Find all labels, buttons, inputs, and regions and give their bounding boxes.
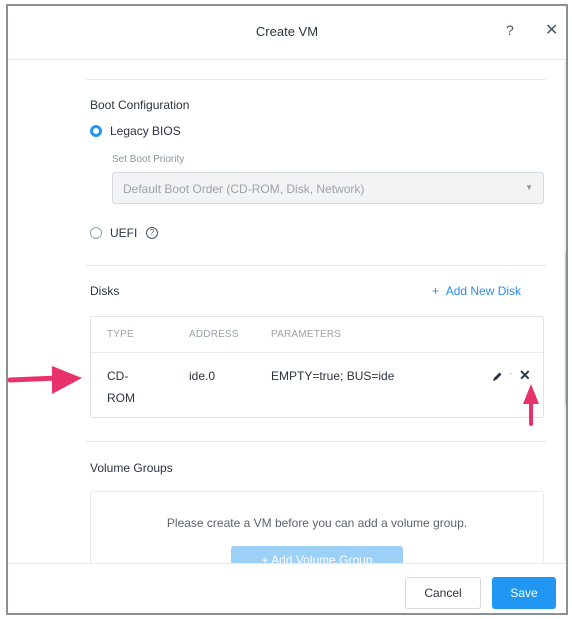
boot-priority-value: Default Boot Order (CD-ROM, Disk, Networ… [123, 182, 365, 196]
legacy-bios-radio[interactable] [90, 125, 102, 137]
dialog-footer: Cancel Save [8, 563, 566, 613]
remove-disk-icon[interactable]: ✕ [519, 367, 531, 384]
divider [86, 79, 546, 80]
legacy-bios-label[interactable]: Legacy BIOS [110, 124, 181, 138]
divider [86, 441, 546, 442]
question-icon[interactable]: ? [506, 22, 514, 38]
dialog-header: Create VM ? ✕ [8, 6, 566, 60]
dialog-title: Create VM [255, 24, 319, 39]
disks-title: Disks [90, 284, 120, 298]
dialog-body: Boot Configuration Legacy BIOS Set Boot … [8, 61, 564, 563]
scrollbar-thumb[interactable] [565, 251, 566, 406]
uefi-radio[interactable] [90, 227, 102, 239]
volume-groups-box: Please create a VM before you can add a … [90, 491, 544, 563]
disk-address-cell: ide.0 [189, 369, 216, 383]
disks-table: TYPE ADDRESS PARAMETERS CD- ROM ide.0 EM… [90, 316, 544, 418]
add-volume-group-button[interactable]: + Add Volume Group [231, 546, 403, 563]
volume-groups-message: Please create a VM before you can add a … [166, 516, 468, 530]
create-vm-dialog: Create VM ? ✕ Boot Configuration Legacy … [6, 4, 568, 615]
add-new-disk-link[interactable]: + Add New Disk [432, 284, 521, 298]
close-icon[interactable]: ✕ [545, 20, 558, 40]
boot-priority-label: Set Boot Priority [112, 154, 185, 165]
disk-type-line2: ROM [107, 391, 135, 405]
uefi-label[interactable]: UEFI [110, 226, 137, 240]
cancel-button[interactable]: Cancel [405, 577, 481, 609]
disk-type-line1: CD- [107, 369, 129, 383]
action-separator: · [509, 368, 513, 379]
boot-configuration-title: Boot Configuration [90, 98, 190, 112]
disk-type-cell: CD- ROM [107, 365, 135, 409]
column-header-type: TYPE [107, 329, 134, 340]
boot-priority-select[interactable]: Default Boot Order (CD-ROM, Disk, Networ… [112, 172, 544, 204]
save-button[interactable]: Save [492, 577, 556, 609]
info-icon[interactable]: ? [146, 227, 158, 239]
divider [86, 265, 546, 266]
column-header-parameters: PARAMETERS [271, 329, 342, 340]
column-header-address: ADDRESS [189, 329, 239, 340]
divider [91, 352, 543, 353]
pencil-icon[interactable] [491, 371, 503, 383]
add-new-disk-label: Add New Disk [445, 284, 522, 298]
plus-icon: + [432, 284, 440, 298]
disk-parameters-cell: EMPTY=true; BUS=ide [271, 369, 395, 383]
volume-groups-title: Volume Groups [90, 461, 173, 475]
chevron-down-icon: ▼ [525, 183, 533, 192]
